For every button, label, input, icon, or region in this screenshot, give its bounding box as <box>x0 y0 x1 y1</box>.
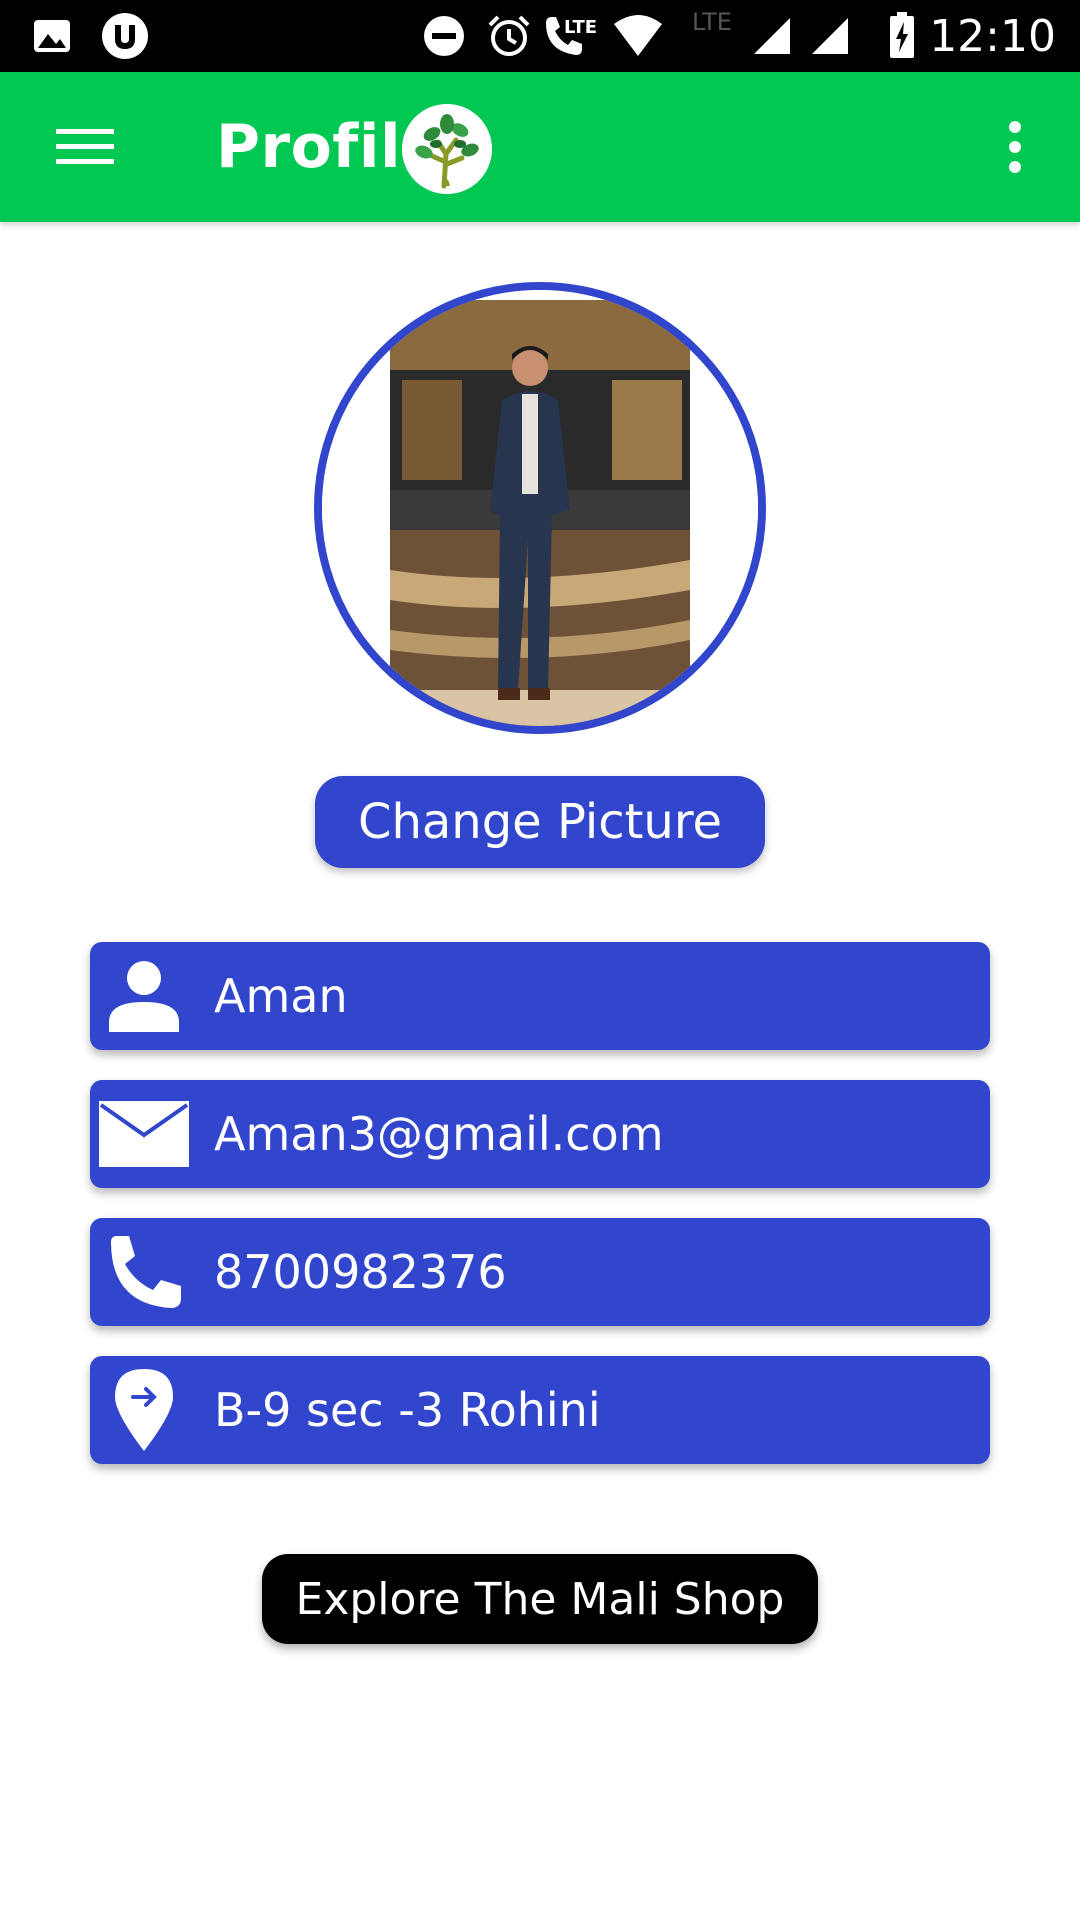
profile-photo-image <box>322 290 758 726</box>
wifi-icon <box>612 0 664 72</box>
lte-label: LTE <box>692 8 732 36</box>
phone-icon <box>98 1228 190 1316</box>
address-field[interactable]: B-9 sec -3 Rohini <box>90 1356 990 1464</box>
utorrent-icon <box>100 0 150 72</box>
person-icon <box>98 952 190 1040</box>
phone-value: 8700982376 <box>214 1245 507 1299</box>
explore-shop-button[interactable]: Explore The Mali Shop <box>262 1554 818 1644</box>
menu-button[interactable] <box>40 112 130 182</box>
battery-charging-icon <box>888 0 916 72</box>
mail-icon <box>98 1090 190 1178</box>
status-bar: LTE LTE 12:10 <box>0 0 1080 72</box>
phone-field[interactable]: 8700982376 <box>90 1218 990 1326</box>
do-not-disturb-icon <box>422 0 466 72</box>
clock: 12:10 <box>929 10 1056 62</box>
email-value: Aman3@gmail.com <box>214 1107 664 1161</box>
name-value: Aman <box>214 969 348 1023</box>
profile-photo[interactable] <box>314 282 766 734</box>
alarm-icon <box>486 0 532 72</box>
signal-icon <box>810 0 850 72</box>
overflow-menu-button[interactable] <box>980 112 1050 182</box>
tree-logo-icon <box>402 104 492 194</box>
volte-call-icon: LTE <box>540 0 604 72</box>
address-value: B-9 sec -3 Rohini <box>214 1383 601 1437</box>
name-field[interactable]: Aman <box>90 942 990 1050</box>
volte-label: LTE <box>564 17 597 38</box>
app-bar: Profile <box>0 72 1080 222</box>
hamburger-menu-icon <box>56 129 114 164</box>
more-vert-icon <box>1009 121 1021 173</box>
email-field[interactable]: Aman3@gmail.com <box>90 1080 990 1188</box>
change-picture-button[interactable]: Change Picture <box>315 776 765 868</box>
gallery-icon <box>32 0 72 72</box>
location-pin-icon <box>98 1366 190 1454</box>
lte-signal-icon <box>752 0 792 72</box>
